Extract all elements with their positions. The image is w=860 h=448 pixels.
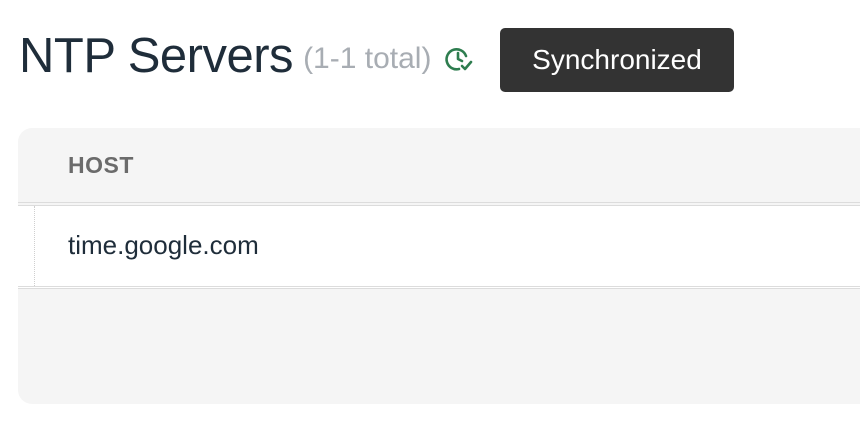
row-divider: [34, 206, 35, 286]
clock-check-icon[interactable]: [443, 44, 473, 74]
host-cell: time.google.com: [68, 230, 259, 260]
page-header: NTP Servers (1-1 total): [19, 26, 473, 86]
total-count: (1-1 total): [303, 42, 432, 75]
table-header: HOST: [18, 128, 860, 206]
page-title: NTP Servers: [19, 29, 294, 83]
table-row[interactable]: time.google.com: [18, 206, 860, 289]
column-header-host[interactable]: HOST: [68, 152, 134, 179]
status-tooltip: Synchronized: [500, 28, 734, 92]
servers-table: HOST time.google.com: [18, 128, 860, 404]
